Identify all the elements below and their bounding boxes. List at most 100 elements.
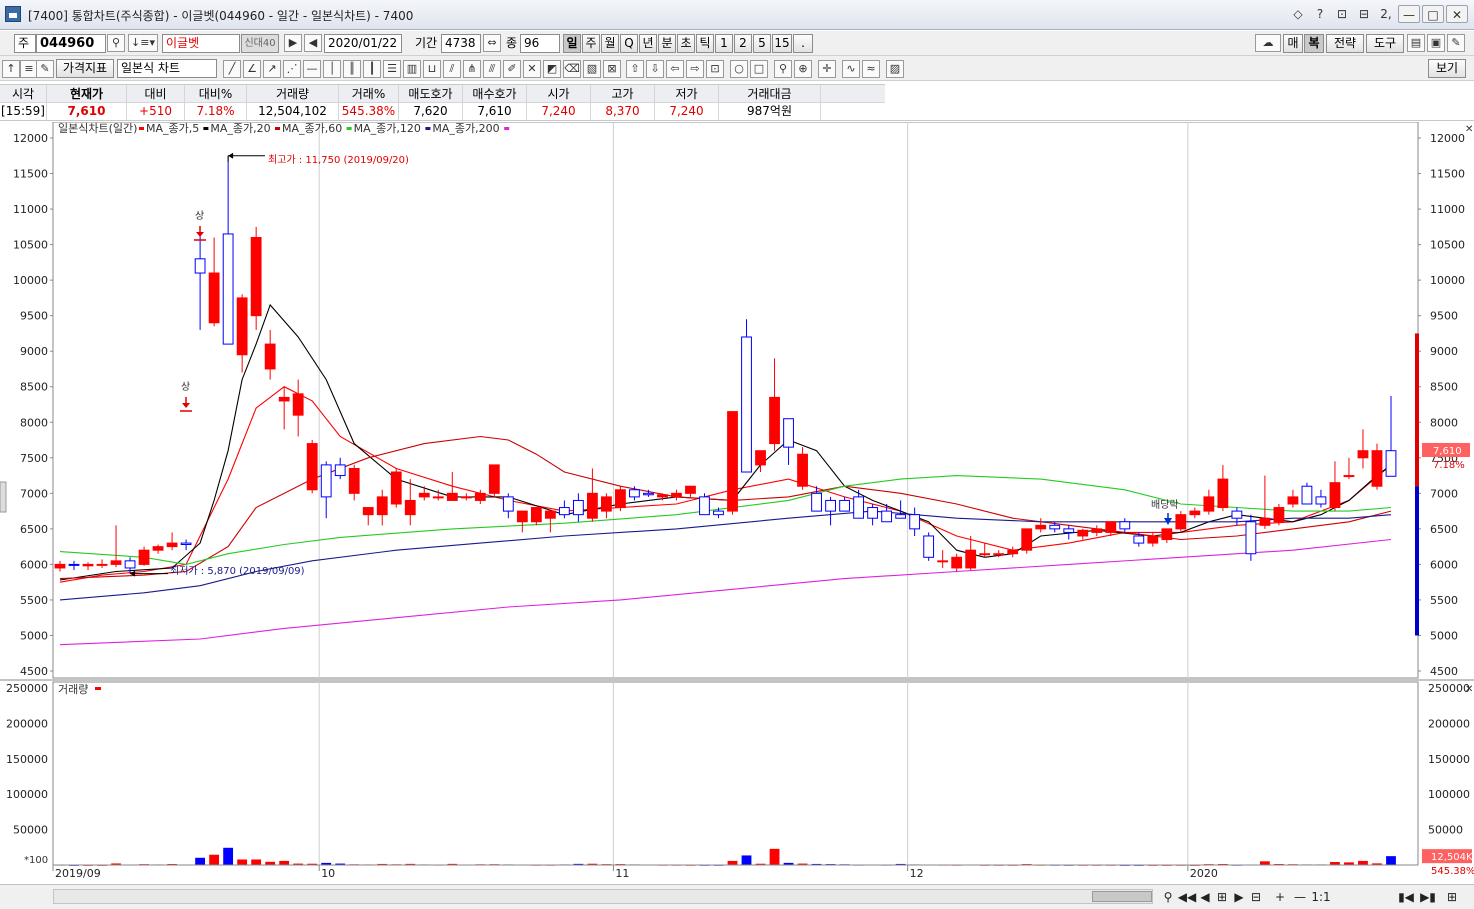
- rectangle-icon[interactable]: □: [750, 60, 768, 78]
- view-button[interactable]: 보기: [1428, 59, 1466, 78]
- date-picker[interactable]: 2020/01/22: [324, 34, 402, 53]
- period-quarter-button[interactable]: Q: [620, 34, 638, 53]
- multi-button[interactable]: 복: [1304, 34, 1324, 53]
- shift-right-icon[interactable]: ⇨: [686, 60, 704, 78]
- candle-body: [951, 556, 963, 569]
- fib-time-icon[interactable]: ┃: [363, 60, 381, 78]
- candle-body: [1371, 450, 1383, 487]
- go-end-icon[interactable]: ▶▮: [1418, 888, 1438, 906]
- interval-15-button[interactable]: 15: [772, 34, 792, 53]
- settings-icon[interactable]: ⊞: [1442, 888, 1462, 906]
- grid-toggle-icon[interactable]: ⊞: [1214, 888, 1230, 906]
- zoom-in-icon[interactable]: +: [1272, 888, 1288, 906]
- next-stock-icon[interactable]: ▶: [284, 34, 302, 52]
- wave2-icon[interactable]: ≈: [862, 60, 880, 78]
- period-tick-button[interactable]: 틱: [696, 34, 714, 53]
- vline-icon[interactable]: │: [323, 60, 341, 78]
- shift-down-icon[interactable]: ⇩: [646, 60, 664, 78]
- ray-icon[interactable]: ↗: [263, 60, 281, 78]
- shift-up-icon[interactable]: ⇧: [626, 60, 644, 78]
- maximize-button[interactable]: □: [1422, 5, 1444, 23]
- strategy-button[interactable]: 전략: [1326, 34, 1364, 53]
- interval-1-button[interactable]: 1: [715, 34, 733, 53]
- chart-scrollbar[interactable]: ⚲ ◀◀ ◀ ⊞ ▶ ⊟ + — 1:1 ▮◀ ▶▮ ⊞: [0, 884, 1474, 909]
- period-week-button[interactable]: 주: [582, 34, 600, 53]
- shift-left-icon[interactable]: ⇦: [666, 60, 684, 78]
- period-second-button[interactable]: 초: [677, 34, 695, 53]
- zoom-icon[interactable]: ⚲: [774, 60, 792, 78]
- period-month-button[interactable]: 월: [601, 34, 619, 53]
- search-icon[interactable]: ⚲: [1160, 888, 1176, 906]
- period-day-button[interactable]: 일: [563, 34, 581, 53]
- hline-icon[interactable]: —: [303, 60, 321, 78]
- scroll-first-icon[interactable]: ◀◀: [1177, 888, 1197, 906]
- chart-canvas[interactable]: 12000 1200011500 1150011000 1100010500 10500…: [0, 122, 1474, 884]
- interval-5-button[interactable]: 5: [753, 34, 771, 53]
- cross-icon[interactable]: ✕: [523, 60, 541, 78]
- panel-icon[interactable]: ⊟: [1248, 888, 1264, 906]
- quote-time: [15:59]: [0, 102, 47, 120]
- edit-icon[interactable]: ✎: [36, 60, 54, 78]
- note-icon[interactable]: ▧: [583, 60, 601, 78]
- period-year-button[interactable]: 년: [639, 34, 657, 53]
- volume-tick-label: 100000: [6, 788, 48, 801]
- indicator-button[interactable]: 가격지표: [56, 59, 114, 78]
- screen-number[interactable]: 2,: [1376, 5, 1396, 23]
- fit-icon[interactable]: ⊡: [706, 60, 724, 78]
- parallel-icon[interactable]: ⫻: [483, 60, 501, 78]
- scroll-next-icon[interactable]: ▶: [1231, 888, 1247, 906]
- wrench-icon[interactable]: ✎: [1447, 34, 1465, 52]
- prev-stock-icon[interactable]: ◀: [304, 34, 322, 52]
- scroll-prev-icon[interactable]: ◀: [1197, 888, 1213, 906]
- count-input[interactable]: 96: [520, 34, 560, 53]
- market-select[interactable]: 주: [14, 34, 36, 53]
- palette-icon[interactable]: ◩: [543, 60, 561, 78]
- circle-icon[interactable]: ○: [730, 60, 748, 78]
- save-icon[interactable]: ▣: [1427, 34, 1445, 52]
- interval-2-button[interactable]: 2: [734, 34, 752, 53]
- pitchfork-icon[interactable]: ⋔: [463, 60, 481, 78]
- scroll-track[interactable]: [53, 889, 1153, 904]
- search-icon[interactable]: ⚲: [107, 34, 125, 52]
- crosshair-icon[interactable]: ✛: [818, 60, 836, 78]
- eraser-icon[interactable]: ⌫: [563, 60, 581, 78]
- interval-custom-button[interactable]: .: [793, 34, 813, 53]
- zoom-area-icon[interactable]: ⊕: [794, 60, 812, 78]
- gann-icon[interactable]: ⊔: [423, 60, 441, 78]
- cloud-icon[interactable]: ☁: [1255, 34, 1281, 52]
- volume-tick-label: 50000: [1428, 824, 1463, 837]
- layout-icon[interactable]: ◇: [1288, 5, 1308, 23]
- zoom-reset-button[interactable]: 1:1: [1310, 888, 1332, 906]
- help-icon[interactable]: ?: [1310, 5, 1330, 23]
- cycle-icon[interactable]: ║: [343, 60, 361, 78]
- sort-icon[interactable]: ↓≡▾: [128, 34, 158, 52]
- minimize-button[interactable]: —: [1398, 5, 1420, 23]
- go-start-icon[interactable]: ▮◀: [1396, 888, 1416, 906]
- scroll-thumb[interactable]: [1092, 891, 1152, 902]
- channel-icon[interactable]: ⫽: [443, 60, 461, 78]
- grid-icon[interactable]: ▥: [403, 60, 421, 78]
- image-icon[interactable]: ▨: [886, 60, 904, 78]
- trendline-icon[interactable]: ╱: [223, 60, 241, 78]
- open-icon[interactable]: ▤: [1407, 34, 1425, 52]
- delete-icon[interactable]: ⊠: [603, 60, 621, 78]
- period-minute-button[interactable]: 분: [658, 34, 676, 53]
- stock-code-input[interactable]: 044960: [36, 34, 106, 53]
- window-icon[interactable]: ⊡: [1332, 5, 1352, 23]
- zoom-out-icon[interactable]: —: [1292, 888, 1308, 906]
- range-icon[interactable]: ⇔: [483, 34, 501, 52]
- pen-icon[interactable]: ✐: [503, 60, 521, 78]
- fan-icon[interactable]: ⋰: [283, 60, 301, 78]
- tools-button[interactable]: 도구: [1366, 34, 1404, 53]
- angle-icon[interactable]: ∠: [243, 60, 261, 78]
- close-button[interactable]: ✕: [1446, 5, 1468, 23]
- split-icon[interactable]: ⊟: [1354, 5, 1374, 23]
- chart-type-select[interactable]: 일본식 차트: [117, 59, 217, 78]
- left-collapse-handle: [0, 481, 7, 513]
- candle-body: [264, 343, 276, 370]
- arrow-up-icon[interactable]: ↑: [2, 60, 20, 78]
- fib-retrace-icon[interactable]: ☰: [383, 60, 401, 78]
- period-input[interactable]: 4738: [441, 34, 481, 53]
- trade-button[interactable]: 매: [1283, 34, 1303, 53]
- wave-icon[interactable]: ∿: [842, 60, 860, 78]
